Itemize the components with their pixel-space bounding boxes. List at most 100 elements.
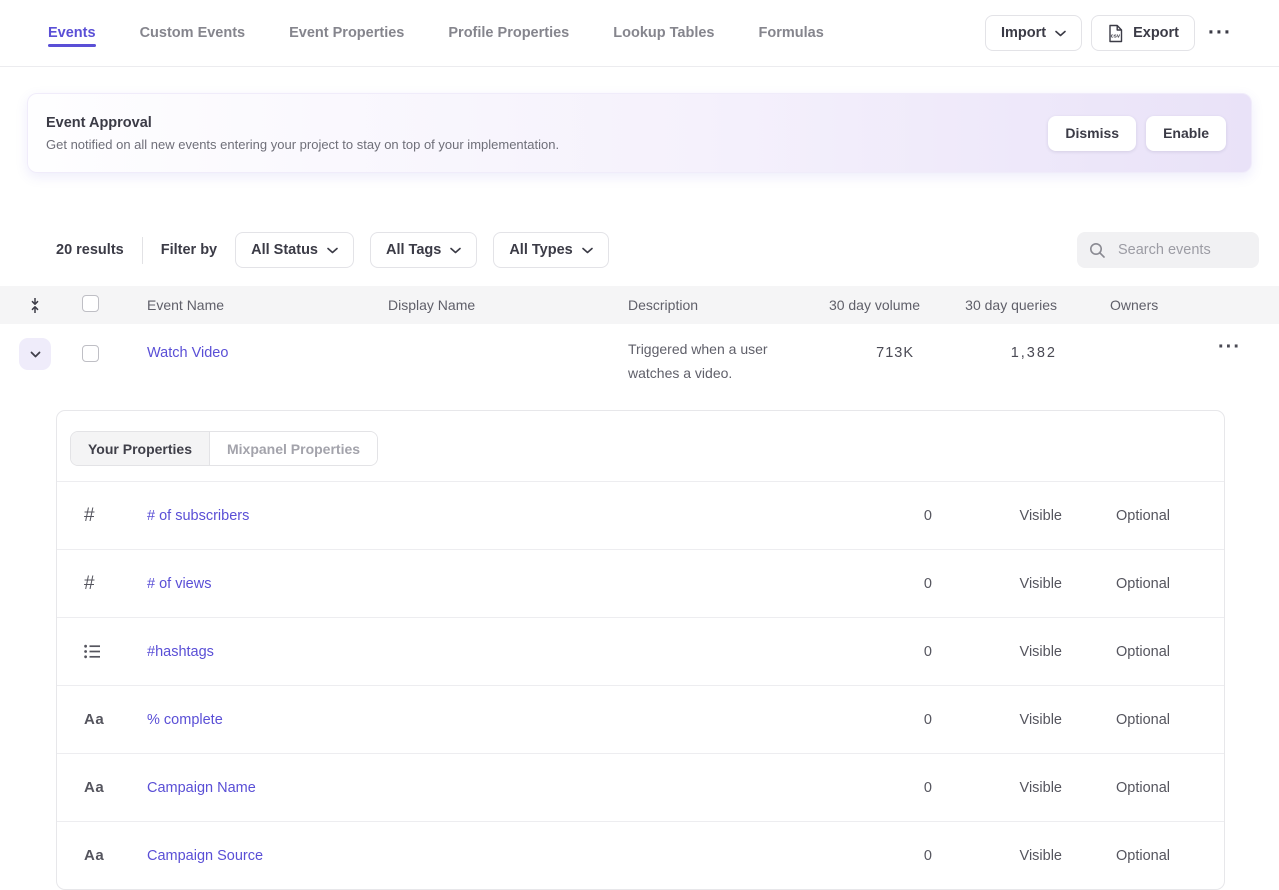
tags-filter-label: All Tags (386, 242, 441, 258)
search-input[interactable] (1116, 241, 1247, 259)
property-visibility: Visible (932, 848, 1062, 864)
list-type-icon (57, 644, 147, 659)
property-row: # # of views 0 Visible Optional (57, 549, 1224, 617)
expand-cell (0, 324, 70, 370)
filter-by-label: Filter by (161, 242, 217, 258)
tab-formulas[interactable]: Formulas (759, 0, 824, 66)
event-approval-banner: Event Approval Get notified on all new e… (27, 93, 1252, 173)
text-type-icon: Aa (57, 779, 147, 796)
text-type-icon: Aa (57, 711, 147, 728)
banner-text: Event Approval Get notified on all new e… (46, 115, 559, 152)
table-row-watch-video: Watch Video Triggered when a user watche… (0, 324, 1279, 400)
column-header-queries: 30 day queries (920, 297, 1057, 313)
types-filter-label: All Types (509, 242, 572, 258)
divider (142, 237, 143, 264)
tab-your-properties[interactable]: Your Properties (71, 432, 210, 465)
property-row: Aa % complete 0 Visible Optional (57, 685, 1224, 753)
banner-actions: Dismiss Enable (1048, 116, 1226, 151)
export-button-label: Export (1133, 25, 1179, 41)
collapse-row-button[interactable] (19, 338, 51, 370)
event-description: Triggered when a user watches a video. (620, 324, 820, 385)
dismiss-button[interactable]: Dismiss (1048, 116, 1136, 151)
property-requirement: Optional (1062, 780, 1170, 796)
select-all-checkbox[interactable] (82, 295, 99, 312)
nav-actions: Import csv Export ··· (985, 0, 1279, 66)
text-type-icon: Aa (57, 847, 147, 864)
top-navigation: Events Custom Events Event Properties Pr… (0, 0, 1279, 67)
chevron-down-icon (450, 247, 461, 254)
tab-custom-events[interactable]: Custom Events (140, 0, 246, 66)
property-name-link[interactable]: Campaign Source (147, 848, 812, 864)
property-visibility: Visible (932, 712, 1062, 728)
column-header-description: Description (620, 297, 820, 313)
results-count: 20 results (56, 242, 124, 258)
import-button[interactable]: Import (985, 15, 1082, 51)
column-header-event-name: Event Name (147, 297, 388, 313)
property-name-link[interactable]: % complete (147, 712, 812, 728)
property-volume: 0 (812, 644, 932, 660)
column-header-volume: 30 day volume (820, 297, 920, 313)
row-actions-cell: ··· (1180, 324, 1279, 358)
property-requirement: Optional (1062, 644, 1170, 660)
event-queries: 1,382 (920, 324, 1057, 361)
tab-event-properties[interactable]: Event Properties (289, 0, 404, 66)
event-volume: 713K (820, 324, 920, 361)
export-button[interactable]: csv Export (1091, 15, 1195, 51)
more-options-icon[interactable]: ··· (1204, 22, 1236, 44)
search-events-box[interactable] (1077, 232, 1259, 268)
status-filter-label: All Status (251, 242, 318, 258)
event-properties-panel: Your Properties Mixpanel Properties # # … (56, 410, 1225, 890)
tags-filter-dropdown[interactable]: All Tags (370, 232, 477, 268)
property-volume: 0 (812, 576, 932, 592)
csv-file-icon: csv (1107, 24, 1124, 43)
event-display-name (388, 324, 620, 345)
row-more-options-icon[interactable]: ··· (1212, 341, 1247, 353)
tab-lookup-tables[interactable]: Lookup Tables (613, 0, 714, 66)
row-checkbox[interactable] (82, 345, 99, 362)
property-visibility: Visible (932, 508, 1062, 524)
property-row: Aa Campaign Name 0 Visible Optional (57, 753, 1224, 821)
column-header-display-name: Display Name (388, 297, 620, 313)
banner-description: Get notified on all new events entering … (46, 137, 559, 152)
event-name-link[interactable]: Watch Video (147, 324, 388, 361)
property-requirement: Optional (1062, 576, 1170, 592)
events-table-header: Event Name Display Name Description 30 d… (0, 286, 1279, 324)
property-name-link[interactable]: Campaign Name (147, 780, 812, 796)
enable-button[interactable]: Enable (1146, 116, 1226, 151)
property-volume: 0 (812, 780, 932, 796)
tab-events[interactable]: Events (48, 0, 96, 66)
collapse-all-icon[interactable] (0, 297, 70, 314)
property-visibility: Visible (932, 644, 1062, 660)
banner-title: Event Approval (46, 115, 559, 131)
property-row: # # of subscribers 0 Visible Optional (57, 481, 1224, 549)
column-header-owners: Owners (1057, 297, 1180, 313)
select-all-checkbox-cell (70, 295, 147, 315)
property-visibility: Visible (932, 780, 1062, 796)
property-name-link[interactable]: #hashtags (147, 644, 812, 660)
properties-tabs: Your Properties Mixpanel Properties (70, 431, 378, 466)
property-row: #hashtags 0 Visible Optional (57, 617, 1224, 685)
property-requirement: Optional (1062, 712, 1170, 728)
types-filter-dropdown[interactable]: All Types (493, 232, 608, 268)
import-button-label: Import (1001, 25, 1046, 41)
property-volume: 0 (812, 508, 932, 524)
property-volume: 0 (812, 712, 932, 728)
chevron-down-icon (1055, 30, 1066, 37)
property-volume: 0 (812, 848, 932, 864)
status-filter-dropdown[interactable]: All Status (235, 232, 354, 268)
number-type-icon: # (57, 505, 147, 527)
filter-toolbar: 20 results Filter by All Status All Tags… (56, 232, 1259, 268)
property-name-link[interactable]: # of subscribers (147, 508, 812, 524)
chevron-down-icon (582, 247, 593, 254)
property-name-link[interactable]: # of views (147, 576, 812, 592)
number-type-icon: # (57, 573, 147, 595)
lexicon-tabs: Events Custom Events Event Properties Pr… (0, 0, 824, 66)
property-requirement: Optional (1062, 508, 1170, 524)
property-requirement: Optional (1062, 848, 1170, 864)
tab-mixpanel-properties[interactable]: Mixpanel Properties (210, 432, 377, 465)
row-checkbox-cell (70, 324, 147, 367)
tab-profile-properties[interactable]: Profile Properties (448, 0, 569, 66)
chevron-down-icon (327, 247, 338, 254)
property-row: Aa Campaign Source 0 Visible Optional (57, 821, 1224, 889)
property-visibility: Visible (932, 576, 1062, 592)
